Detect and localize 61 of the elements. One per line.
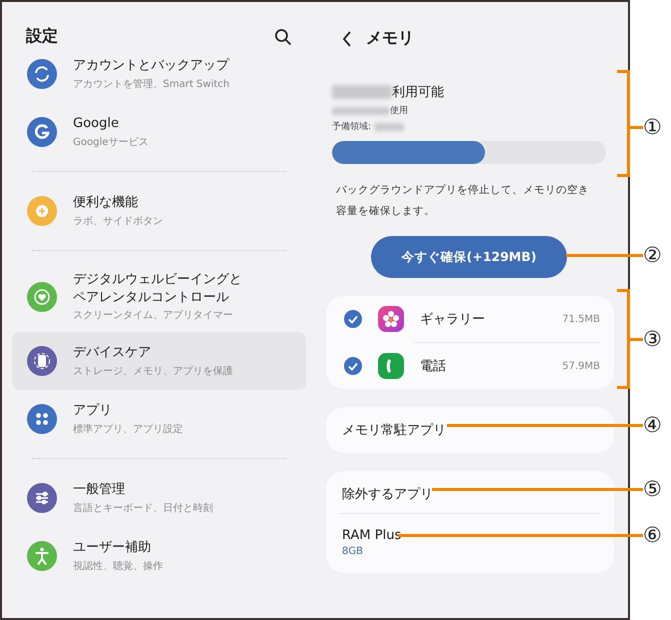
- item-title: Google: [73, 115, 120, 133]
- settings-item[interactable]: 一般管理 言語とキーボード、日付と時刻: [12, 469, 306, 528]
- settings-item[interactable]: 便利な機能 ラボ、サイドボタン: [12, 182, 306, 240]
- description: バックグラウンドアプリを停止して、メモリの空き容量を確保します。: [336, 183, 590, 219]
- g-letter-icon: [27, 117, 57, 147]
- item-subtitle: ストレージ、メモリ、アプリを保護: [73, 364, 233, 378]
- person-icon: [27, 541, 57, 572]
- item-subtitle: アカウントを管理、Smart Switch: [73, 78, 230, 91]
- callout-number: ③: [643, 327, 662, 351]
- used-label: 使用: [390, 104, 408, 117]
- callout-number: ⑥: [643, 523, 662, 547]
- app-name: 電話: [420, 358, 447, 375]
- back-icon[interactable]: [342, 30, 352, 46]
- item-subtitle: 標準アプリ、アプリ設定: [73, 422, 183, 436]
- resident-apps-item[interactable]: メモリ常駐アプリ: [326, 407, 614, 453]
- settings-item[interactable]: Google Googleサービス: [12, 103, 306, 161]
- phone-app-icon: [378, 353, 404, 379]
- available-label: 利用可能: [392, 84, 444, 101]
- sync-icon: [27, 59, 57, 89]
- settings-item[interactable]: デバイスケア ストレージ、メモリ、アプリを保護: [12, 332, 306, 390]
- screen-title: メモリ: [366, 28, 414, 49]
- item-subtitle: 視認性、聴覚、操作: [73, 560, 163, 573]
- item-title: デバイスケア: [73, 344, 152, 362]
- item-title: アカウントとバックアップ: [73, 57, 230, 75]
- checkbox[interactable]: [344, 357, 362, 375]
- blurred-value: [374, 122, 404, 130]
- callout-number: ⑤: [643, 477, 662, 501]
- item-subtitle: スクリーンタイム、アプリタイマー: [73, 308, 234, 322]
- item-subtitle: 言語とキーボード、日付と時刻: [73, 502, 213, 515]
- callout-number: ①: [643, 115, 662, 139]
- phone-outline-icon: [27, 346, 57, 376]
- blurred-value: [332, 106, 390, 114]
- callout-number: ②: [643, 243, 662, 267]
- blurred-value: [332, 85, 392, 99]
- ram-plus-title: RAM Plus: [342, 528, 402, 543]
- item-title: 一般管理: [73, 481, 126, 499]
- app-size: 57.9MB: [562, 360, 600, 372]
- item-title: ユーザー補助: [73, 539, 152, 557]
- plus-gear-icon: [27, 196, 57, 226]
- search-icon[interactable]: [274, 28, 292, 46]
- settings-item[interactable]: アカウントとバックアップ アカウントを管理、Smart Switch: [12, 55, 306, 103]
- flower-app-icon: [378, 306, 404, 332]
- app-size: 71.5MB: [562, 314, 600, 324]
- settings-item[interactable]: アプリ 標準アプリ、アプリ設定: [12, 390, 306, 448]
- app-name: ギャラリー: [420, 311, 486, 328]
- settings-item[interactable]: ユーザー補助 視認性、聴覚、操作: [12, 527, 306, 586]
- item-title: 便利な機能: [73, 194, 139, 212]
- checkbox[interactable]: [344, 310, 362, 328]
- settings-item[interactable]: デジタルウェルビーイングとペアレンタルコントロール スクリーンタイム、アプリタイマー: [12, 261, 306, 332]
- item-subtitle: Googleサービス: [73, 136, 148, 149]
- item-title: アプリ: [73, 402, 113, 420]
- item-subtitle: ラボ、サイドボタン: [73, 214, 163, 228]
- grid-icon: [27, 404, 57, 434]
- item-title: デジタルウェルビーイングとペアレンタルコントロール: [73, 271, 243, 306]
- free-up-button[interactable]: 今すぐ確保(+129MB): [371, 236, 567, 278]
- sliders-icon: [27, 483, 57, 514]
- reserve-label: 予備領域:: [332, 120, 372, 133]
- excluded-apps-item[interactable]: 除外するアプリ: [326, 471, 600, 513]
- callout-number: ④: [643, 413, 662, 437]
- ram-plus-value: 8GB: [342, 546, 363, 557]
- screen-title: 設定: [26, 26, 58, 47]
